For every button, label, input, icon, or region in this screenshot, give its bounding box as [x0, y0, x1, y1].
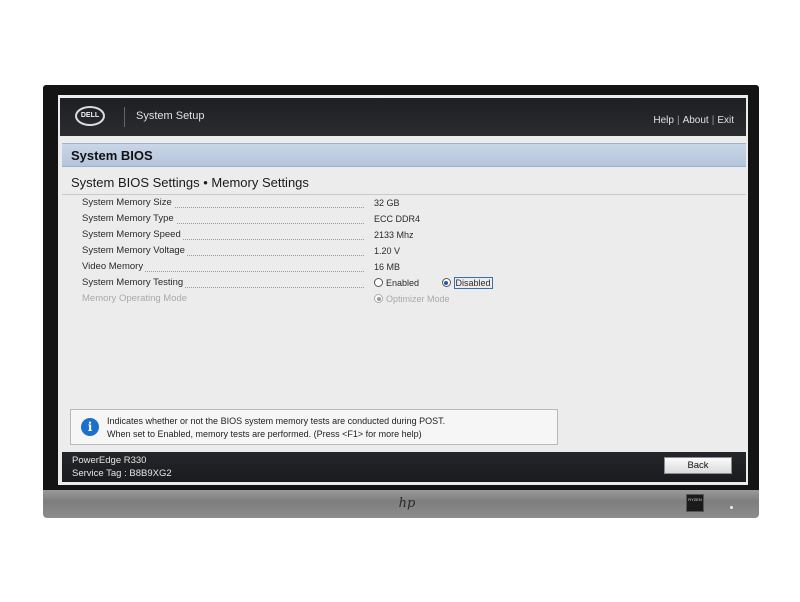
- service-tag: Service Tag : B8B9XG2: [72, 468, 172, 479]
- setting-label: Memory Operating Mode: [82, 293, 190, 304]
- setting-row-memory-speed: System Memory Speed 2133 Mhz: [82, 229, 672, 245]
- setting-row-memory-operating-mode: Memory Operating Mode Optimizer Mode: [82, 293, 672, 309]
- hp-logo-icon: hp: [398, 496, 416, 511]
- setting-row-memory-testing: System Memory Testing Enabled Disabled: [82, 277, 672, 293]
- section-band: System BIOS: [62, 143, 746, 167]
- radio-checked-icon: [441, 278, 451, 288]
- help-line: Indicates whether or not the BIOS system…: [107, 416, 446, 426]
- help-link[interactable]: Help: [653, 115, 674, 126]
- radio-optimizer-mode: Optimizer Mode: [374, 294, 450, 304]
- setting-row-memory-voltage: System Memory Voltage 1.20 V: [82, 245, 672, 261]
- operating-mode-options: Optimizer Mode: [374, 294, 450, 304]
- setting-label: Video Memory: [82, 261, 146, 272]
- radio-label: Optimizer Mode: [386, 294, 450, 304]
- help-line: When set to Enabled, memory tests are pe…: [107, 429, 422, 439]
- model-name: PowerEdge R330: [72, 455, 147, 466]
- help-text: Indicates whether or not the BIOS system…: [107, 415, 445, 441]
- setting-label: System Memory Testing: [82, 277, 186, 288]
- radio-unchecked-icon: [374, 278, 383, 288]
- setting-label: System Memory Voltage: [82, 245, 187, 256]
- back-button[interactable]: Back: [664, 457, 732, 474]
- app-title: System Setup: [136, 110, 205, 122]
- setting-row-memory-type: System Memory Type ECC DDR4: [82, 213, 672, 229]
- header-divider: [124, 107, 125, 127]
- radio-label: Disabled: [453, 277, 493, 289]
- bios-screen: DELL System Setup Help | About | Exit System…: [58, 95, 748, 485]
- radio-disabled[interactable]: Disabled: [441, 277, 493, 289]
- setting-row-video-memory: Video Memory 16 MB: [82, 261, 672, 277]
- radio-enabled[interactable]: Enabled: [374, 278, 419, 288]
- radio-checked-icon: [374, 294, 383, 304]
- power-led: [730, 506, 733, 509]
- setting-label: System Memory Size: [82, 197, 174, 208]
- title-divider: [62, 194, 746, 195]
- header-bar: DELL System Setup Help | About | Exit: [60, 98, 746, 136]
- link-separator: |: [676, 115, 680, 126]
- setting-value: 32 GB: [374, 198, 400, 208]
- ryzen-sticker-icon: RYZEN: [686, 494, 704, 512]
- setting-value: 1.20 V: [374, 246, 401, 256]
- footer-bar: PowerEdge R330 Service Tag : B8B9XG2 Bac…: [62, 452, 746, 482]
- help-box: i Indicates whether or not the BIOS syst…: [70, 409, 558, 445]
- section-title: System BIOS: [71, 148, 153, 163]
- setting-label: System Memory Type: [82, 213, 176, 224]
- setting-label: System Memory Speed: [82, 229, 183, 240]
- memory-testing-options: Enabled Disabled: [374, 277, 493, 289]
- setting-value: 16 MB: [374, 262, 401, 272]
- exit-link[interactable]: Exit: [717, 115, 734, 126]
- setting-value: 2133 Mhz: [374, 230, 414, 240]
- radio-label: Enabled: [386, 278, 420, 288]
- setting-value: ECC DDR4: [374, 214, 421, 224]
- info-icon: i: [81, 418, 99, 436]
- about-link[interactable]: About: [683, 115, 709, 126]
- dell-logo-icon: DELL: [75, 106, 105, 126]
- header-links: Help | About | Exit: [653, 115, 734, 126]
- setting-row-memory-size: System Memory Size 32 GB: [82, 197, 672, 213]
- page-title: System BIOS Settings • Memory Settings: [71, 175, 309, 190]
